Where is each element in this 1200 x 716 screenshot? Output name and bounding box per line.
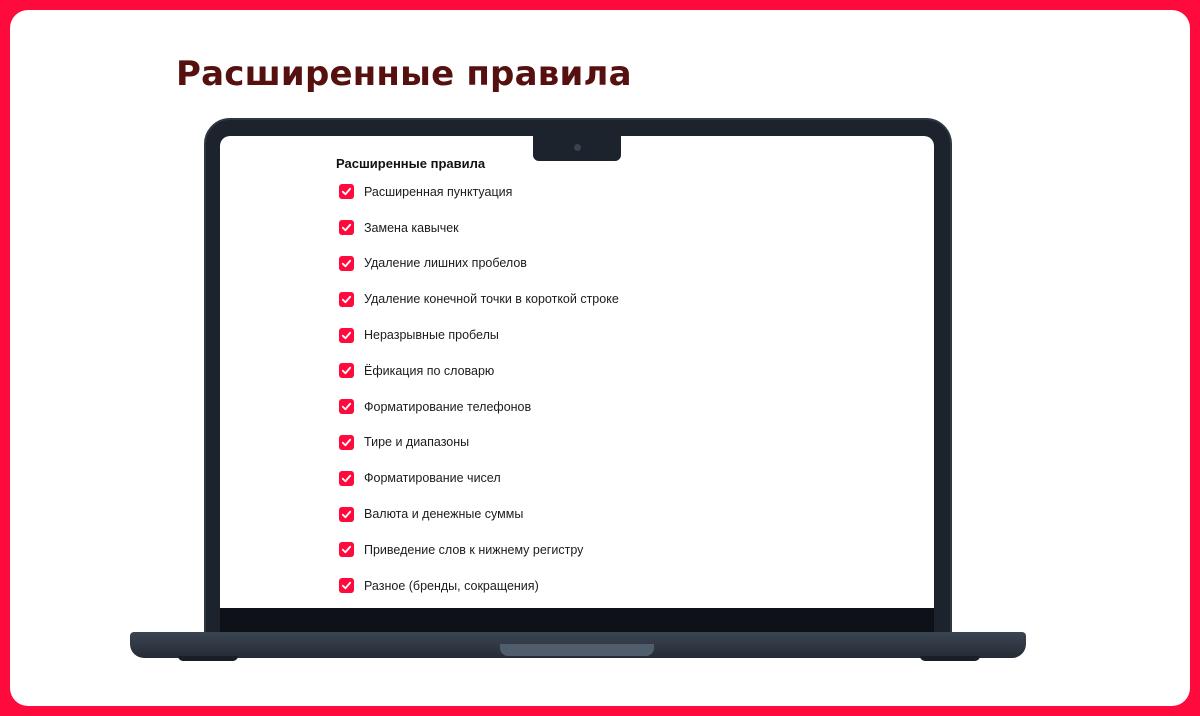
rule-item: Приведение слов к нижнему регистру — [339, 532, 619, 568]
rules-list: Расширенная пунктуация Замена кавычек Уд… — [339, 174, 619, 604]
rule-label: Форматирование телефонов — [364, 399, 532, 414]
rule-checkbox[interactable] — [339, 184, 354, 200]
laptop-screen-bezel — [220, 608, 934, 634]
settings-title: Расширенные правила — [336, 156, 486, 171]
rule-item: Неразрывные пробелы — [339, 317, 619, 353]
rule-checkbox[interactable] — [339, 363, 354, 379]
rule-item: Удаление лишних пробелов — [339, 246, 619, 282]
rule-item: Замена кавычек — [339, 210, 619, 246]
laptop-hinge — [500, 644, 654, 656]
rule-label: Приведение слов к нижнему регистру — [364, 542, 584, 557]
laptop-screen: Расширенные правила Расширенная пунктуац… — [220, 136, 934, 608]
checkmark-icon — [341, 474, 352, 482]
rule-checkbox[interactable] — [339, 578, 354, 594]
rule-item: Удаление конечной точки в короткой строк… — [339, 281, 619, 317]
checkmark-icon — [341, 438, 352, 447]
rule-label: Разное (бренды, сокращения) — [364, 578, 539, 593]
rule-label: Неразрывные пробелы — [364, 328, 499, 343]
rule-label: Ёфикация по словарю — [364, 363, 495, 378]
checkmark-icon — [341, 224, 352, 232]
checkmark-icon — [341, 331, 352, 339]
laptop-foot-right — [920, 656, 980, 661]
rule-label: Удаление конечной точки в короткой строк… — [364, 292, 619, 307]
rule-checkbox[interactable] — [339, 542, 354, 558]
rule-checkbox[interactable] — [339, 327, 354, 343]
rule-checkbox[interactable] — [339, 506, 354, 522]
camera-icon — [574, 144, 581, 151]
rule-item: Форматирование телефонов — [339, 389, 619, 425]
rule-label: Валюта и денежные суммы — [364, 507, 524, 522]
checkmark-icon — [341, 403, 352, 411]
rule-label: Тире и диапазоны — [364, 435, 470, 450]
checkmark-icon — [341, 581, 352, 590]
checkmark-icon — [341, 510, 352, 518]
rule-checkbox[interactable] — [339, 399, 354, 415]
rule-label: Расширенная пунктуация — [364, 184, 513, 199]
rule-item: Валюта и денежные суммы — [339, 496, 619, 532]
rule-item: Ёфикация по словарю — [339, 353, 619, 389]
checkmark-icon — [341, 546, 352, 554]
rule-label: Замена кавычек — [364, 220, 459, 235]
rule-label: Форматирование чисел — [364, 471, 501, 486]
rule-item: Форматирование чисел — [339, 460, 619, 496]
laptop-foot-left — [178, 656, 238, 661]
rule-checkbox[interactable] — [339, 291, 354, 307]
rule-label: Удаление лишних пробелов — [364, 256, 527, 271]
checkmark-icon — [341, 295, 352, 303]
page-heading: Расширенные правила — [176, 54, 632, 94]
checkmark-icon — [341, 367, 352, 375]
rule-checkbox[interactable] — [339, 470, 354, 486]
rule-item: Расширенная пунктуация — [339, 174, 619, 210]
rule-checkbox[interactable] — [339, 434, 354, 450]
rule-item: Тире и диапазоны — [339, 425, 619, 461]
rule-checkbox[interactable] — [339, 255, 354, 271]
checkmark-icon — [341, 188, 352, 196]
rule-item: Разное (бренды, сокращения) — [339, 568, 619, 604]
rule-checkbox[interactable] — [339, 220, 354, 236]
checkmark-icon — [341, 259, 352, 268]
